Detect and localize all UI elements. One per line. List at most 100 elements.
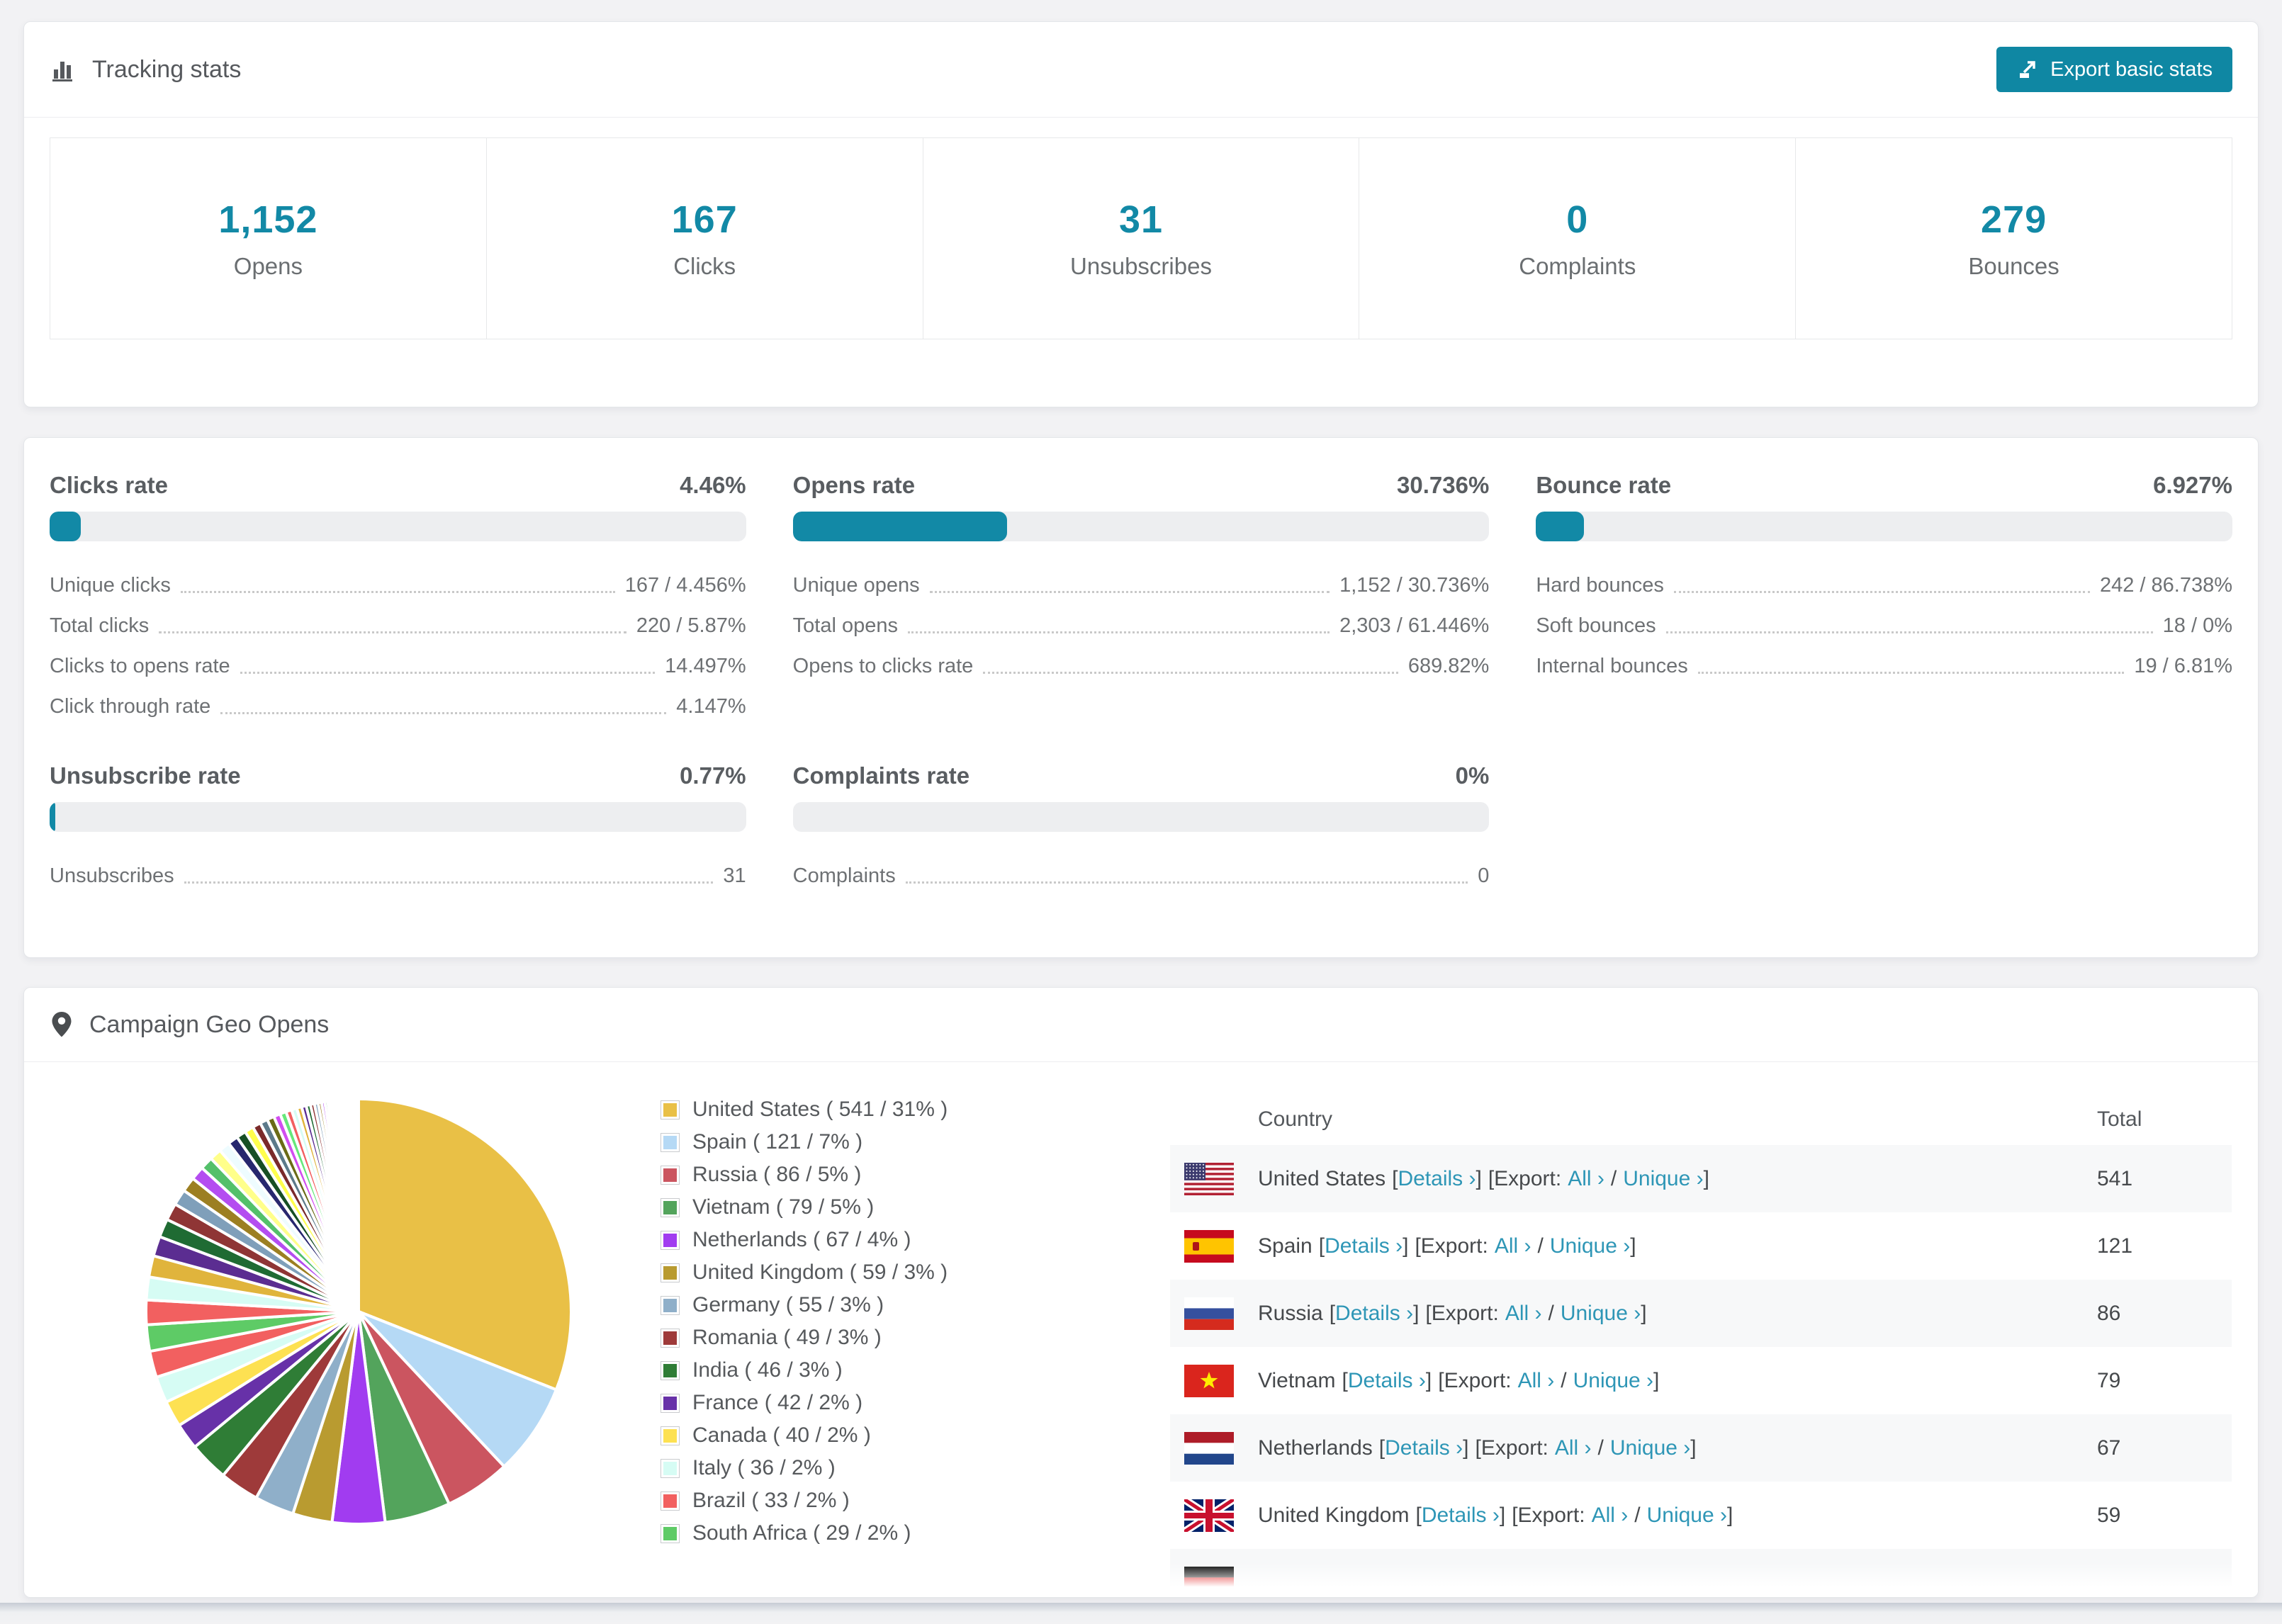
- rate-detail-label: Internal bounces: [1536, 655, 1688, 677]
- flag-vn-icon: [1184, 1364, 1234, 1397]
- rate-detail-value: 167 / 4.456%: [624, 574, 746, 597]
- export-unique-link[interactable]: Unique ›: [1623, 1167, 1703, 1191]
- rate-detail-row: Complaints 0: [793, 856, 1490, 896]
- dotted-leader: [983, 672, 1398, 674]
- unsubscribe-rate-progress-fill: [50, 802, 55, 832]
- details-link[interactable]: Details ›: [1422, 1504, 1500, 1528]
- clicks-rate-panel: Clicks rate 4.46% Unique clicks 167 / 4.…: [50, 472, 746, 727]
- details-link[interactable]: Details ›: [1325, 1234, 1403, 1258]
- legend-label: United States ( 541 / 31% ): [692, 1098, 948, 1121]
- export-unique-link[interactable]: Unique ›: [1550, 1234, 1630, 1258]
- dotted-leader: [1673, 591, 2090, 593]
- legend-item[interactable]: United States ( 541 / 31% ): [661, 1093, 948, 1126]
- export-label: Export:: [1494, 1166, 1562, 1190]
- country-name: Russia: [1258, 1301, 1323, 1325]
- export-unique-link[interactable]: Unique ›: [1647, 1504, 1727, 1528]
- export-all-link[interactable]: All ›: [1592, 1504, 1629, 1528]
- legend-label: Romania ( 49 / 3% ): [692, 1326, 882, 1349]
- tracking-stats-header: Tracking stats Export basic stats: [24, 22, 2258, 118]
- rate-detail-label: Total clicks: [50, 614, 150, 637]
- legend-item[interactable]: Romania ( 49 / 3% ): [661, 1321, 948, 1354]
- export-all-link[interactable]: All ›: [1518, 1369, 1555, 1393]
- unsubscribe-rate-title: Unsubscribe rate: [50, 762, 241, 789]
- export-label: Export:: [1480, 1436, 1548, 1460]
- legend-label: Netherlands ( 67 / 4% ): [692, 1228, 911, 1251]
- bottom-page-strip: [0, 1603, 2282, 1624]
- country-total: 67: [2097, 1436, 2121, 1460]
- legend-item[interactable]: United Kingdom ( 59 / 3% ): [661, 1256, 948, 1289]
- unsubscribe-rate-progressbar: [50, 802, 746, 832]
- opens-rate-progress-fill: [792, 512, 1007, 541]
- export-basic-stats-button[interactable]: Export basic stats: [1996, 47, 2232, 92]
- details-link[interactable]: Details ›: [1385, 1436, 1463, 1460]
- legend-item[interactable]: South Africa ( 29 / 2% ): [661, 1517, 948, 1550]
- legend-item[interactable]: France ( 42 / 2% ): [661, 1387, 948, 1419]
- geo-table-header-country: Country: [1258, 1107, 1333, 1131]
- legend-item[interactable]: Brazil ( 33 / 2% ): [661, 1484, 948, 1517]
- legend-swatch: [661, 1393, 680, 1413]
- legend-label: India ( 46 / 3% ): [692, 1358, 843, 1382]
- rate-detail-value: 689.82%: [1407, 655, 1490, 677]
- country-name: United Kingdom: [1258, 1503, 1410, 1527]
- flag-gb-icon: [1184, 1499, 1234, 1532]
- rates-card: Clicks rate 4.46% Unique clicks 167 / 4.…: [23, 437, 2259, 958]
- legend-swatch: [661, 1197, 680, 1217]
- country-name: United States: [1258, 1166, 1386, 1190]
- opens-rate-value: 30.736%: [1397, 472, 1490, 498]
- legend-label: Spain ( 121 / 7% ): [692, 1130, 863, 1154]
- details-link[interactable]: Details ›: [1398, 1167, 1476, 1191]
- legend-item[interactable]: Russia ( 86 / 5% ): [661, 1158, 948, 1191]
- country-total: 121: [2097, 1234, 2133, 1258]
- export-label: Export:: [1444, 1368, 1512, 1392]
- stat-label: Opens: [233, 252, 303, 279]
- export-unique-link[interactable]: Unique ›: [1561, 1302, 1641, 1326]
- rate-detail-label: Soft bounces: [1536, 614, 1656, 637]
- export-all-link[interactable]: All ›: [1495, 1234, 1531, 1258]
- stat-label: Clicks: [673, 252, 736, 279]
- country-name: Netherlands: [1258, 1436, 1373, 1460]
- rate-detail-label: Clicks to opens rate: [50, 655, 230, 677]
- export-all-link[interactable]: All ›: [1555, 1436, 1592, 1460]
- legend-item[interactable]: Spain ( 121 / 7% ): [661, 1126, 948, 1158]
- export-basic-stats-label: Export basic stats: [2050, 57, 2213, 81]
- campaign-geo-opens-title: Campaign Geo Opens: [89, 1010, 330, 1038]
- legend-item[interactable]: Netherlands ( 67 / 4% ): [661, 1224, 948, 1256]
- rate-detail-label: Unique clicks: [50, 574, 171, 597]
- export-unique-link[interactable]: Unique ›: [1573, 1369, 1653, 1393]
- export-label: Export:: [1431, 1301, 1499, 1325]
- clicks-rate-title: Clicks rate: [50, 472, 168, 498]
- bounce-rate-progressbar: [1536, 512, 2232, 541]
- legend-item[interactable]: Vietnam ( 79 / 5% ): [661, 1191, 948, 1224]
- rate-detail-row: Opens to clicks rate 689.82%: [793, 646, 1490, 687]
- unsubscribe-rate-value: 0.77%: [680, 762, 746, 789]
- complaints-rate-panel: Complaints rate 0% Complaints 0: [792, 762, 1490, 896]
- export-all-link[interactable]: All ›: [1505, 1302, 1542, 1326]
- rate-detail-value: 31: [723, 864, 746, 887]
- legend-item[interactable]: India ( 46 / 3% ): [661, 1354, 948, 1387]
- rate-detail-value: 1,152 / 30.736%: [1339, 574, 1490, 597]
- legend-item[interactable]: Germany ( 55 / 3% ): [661, 1289, 948, 1321]
- export-all-link[interactable]: All ›: [1568, 1167, 1604, 1191]
- details-link[interactable]: Details ›: [1335, 1302, 1413, 1326]
- geo-content: United States ( 541 / 31% ) Spain ( 121 …: [24, 1062, 2258, 1597]
- opens-rate-panel: Opens rate 30.736% Unique opens 1,152 / …: [792, 472, 1490, 727]
- legend-item[interactable]: Italy ( 36 / 2% ): [661, 1452, 948, 1484]
- rate-detail-row: Total opens 2,303 / 61.446%: [793, 606, 1490, 646]
- geo-table-row: United States [Details ›] [Export: All › /…: [1170, 1145, 2232, 1212]
- geo-table-header: Country Total: [1170, 1105, 2232, 1145]
- details-link[interactable]: Details ›: [1348, 1369, 1426, 1393]
- rate-detail-label: Hard bounces: [1536, 574, 1664, 597]
- dotted-leader: [907, 631, 1330, 633]
- dotted-leader: [929, 591, 1330, 593]
- country-total: 59: [2097, 1503, 2121, 1527]
- stat-box: 31 Unsubscribes: [922, 137, 1360, 339]
- flag-us-icon: [1184, 1162, 1234, 1195]
- legend-label: United Kingdom ( 59 / 3% ): [692, 1261, 948, 1284]
- legend-item[interactable]: Canada ( 40 / 2% ): [661, 1419, 948, 1452]
- opens-rate-progressbar: [792, 512, 1490, 541]
- campaign-geo-opens-header: Campaign Geo Opens: [24, 988, 2258, 1062]
- export-unique-link[interactable]: Unique ›: [1610, 1436, 1690, 1460]
- geo-pie-chart[interactable]: [139, 1092, 578, 1531]
- geo-table-partial-row: [1170, 1549, 2232, 1597]
- bounce-rate-progress-fill: [1536, 512, 1585, 541]
